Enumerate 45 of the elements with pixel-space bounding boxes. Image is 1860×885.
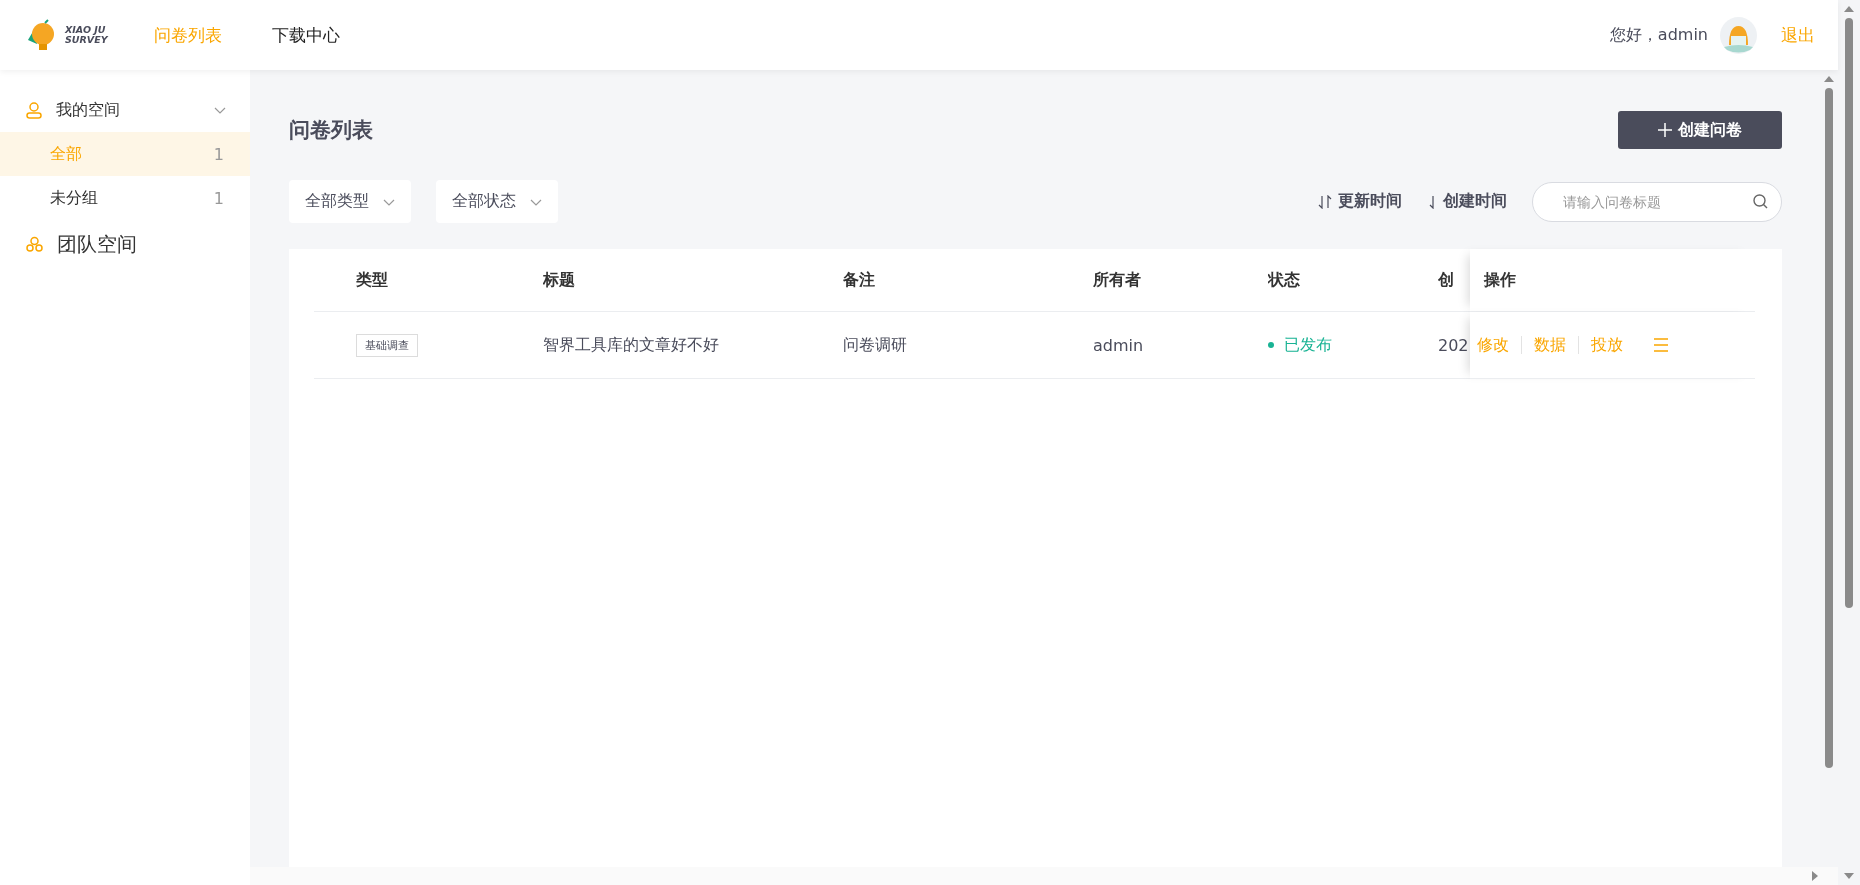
scroll-up-icon[interactable] [1824, 74, 1834, 84]
nav-link[interactable]: 下载中心 [271, 23, 340, 47]
filter-dropdown[interactable]: 全部状态 [436, 180, 558, 223]
logo-text: SURVEY [65, 35, 108, 45]
column-header: 状态 [1268, 269, 1300, 291]
scrollbar-thumb[interactable] [1825, 88, 1833, 768]
sidebar-section[interactable]: 我的空间 [0, 88, 250, 132]
column-header: 标题 [543, 269, 575, 291]
table-cell: 智界工具库的文章好不好 [543, 334, 719, 356]
sidebar-item[interactable]: 未分组 1 [0, 176, 250, 220]
table-cell: 202 [1438, 335, 1469, 355]
item-count: 1 [213, 188, 224, 208]
column-header: 类型 [356, 269, 388, 291]
scrollbar-thumb[interactable] [1845, 18, 1853, 608]
scroll-right-icon[interactable] [1810, 871, 1820, 881]
scroll-down-icon[interactable] [1844, 871, 1854, 881]
filter-dropdown[interactable]: 全部类型 [289, 180, 411, 223]
team-icon [26, 235, 43, 253]
create-survey-button[interactable]: 创建问卷 [1618, 111, 1782, 149]
logo-text: XIAO JU [65, 25, 106, 35]
sidebar-section[interactable]: 团队空间 [0, 220, 250, 268]
sort-icon [1318, 194, 1332, 209]
column-header: 所有者 [1093, 269, 1141, 291]
search-field[interactable]: 请输入问卷标题 [1532, 181, 1782, 222]
greeting-text: 您好，admin [1609, 24, 1708, 46]
item-label: 未分组 [50, 187, 98, 209]
avatar-icon[interactable] [1720, 16, 1757, 54]
plus-icon [1658, 123, 1672, 137]
section-label: 团队空间 [57, 230, 138, 258]
scroll-up-icon[interactable] [1844, 4, 1854, 14]
search-icon [1753, 193, 1768, 209]
sort-button[interactable]: 更新时间 [1318, 191, 1402, 212]
page-title: 问卷列表 [289, 117, 373, 144]
item-count: 1 [213, 144, 224, 164]
table-cell: admin [1093, 335, 1144, 355]
column-header: 备注 [843, 269, 875, 291]
type-tag: 基础调查 [356, 333, 418, 357]
table-cell: 问卷调研 [843, 334, 907, 356]
user-icon [26, 101, 42, 119]
section-label: 我的空间 [56, 99, 121, 121]
status-text: 已发布 [1284, 334, 1332, 356]
column-header: 创 [1438, 269, 1454, 291]
item-label: 全部 [50, 143, 82, 165]
column-header: 操作 [1484, 269, 1516, 291]
sort-button[interactable]: 创建时间 [1427, 191, 1507, 212]
